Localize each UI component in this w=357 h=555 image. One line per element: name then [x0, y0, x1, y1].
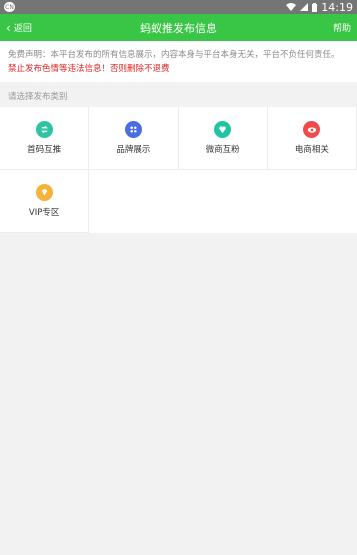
page-title: 蚂蚁推发布信息: [140, 21, 217, 35]
empty-cell: [89, 170, 178, 233]
help-button[interactable]: 帮助: [333, 21, 351, 34]
clock: 14:19: [321, 0, 353, 14]
wifi-icon: [286, 3, 297, 11]
heart-drop-icon: [214, 121, 232, 138]
empty-cell: [179, 170, 268, 233]
dots-grid-icon: [124, 121, 142, 138]
category-item-vip[interactable]: VIP专区: [0, 170, 90, 233]
notification-icon: CN: [4, 2, 15, 12]
empty-cell: [268, 170, 357, 233]
nav-bar: ‹ 返回 蚂蚁推发布信息 帮助: [0, 14, 357, 41]
category-item-weishang[interactable]: 微商互粉: [178, 107, 268, 170]
back-label: 返回: [13, 24, 32, 34]
category-label: 品牌展示: [116, 145, 151, 155]
signal-icon: [300, 3, 309, 11]
section-label: 请选择发布类别: [8, 92, 68, 102]
category-item-ecommerce[interactable]: 电商相关: [267, 107, 357, 170]
swap-arrows-icon: [35, 121, 53, 138]
category-label: 微商互粉: [205, 145, 240, 155]
category-label: 电商相关: [294, 145, 329, 155]
disclaimer-notice: 免费声明：本平台发布的所有信息展示，内容本身与平台本身无关，平台不负任何责任。 …: [0, 41, 357, 82]
chevron-left-icon: ‹: [6, 20, 11, 35]
category-label: VIP专区: [28, 208, 60, 218]
category-grid: 首码互推 品牌展示 微商互粉 电商相关 VIP专区: [0, 107, 357, 233]
disclaimer-text: 免费声明：本平台发布的所有信息展示，内容本身与平台本身无关，平台不负任何责任。: [8, 50, 340, 60]
diamond-icon: [35, 184, 53, 201]
warning-text: 禁止发布色情等违法信息！否则删除不退费: [8, 64, 170, 74]
back-button[interactable]: ‹ 返回: [6, 20, 32, 35]
category-label: 首码互推: [27, 145, 62, 155]
status-bar: CN 14:19: [0, 0, 357, 14]
category-item-brand[interactable]: 品牌展示: [89, 107, 179, 170]
battery-icon: [312, 2, 318, 12]
category-item-shouma[interactable]: 首码互推: [0, 107, 90, 170]
eye-icon: [303, 121, 321, 138]
